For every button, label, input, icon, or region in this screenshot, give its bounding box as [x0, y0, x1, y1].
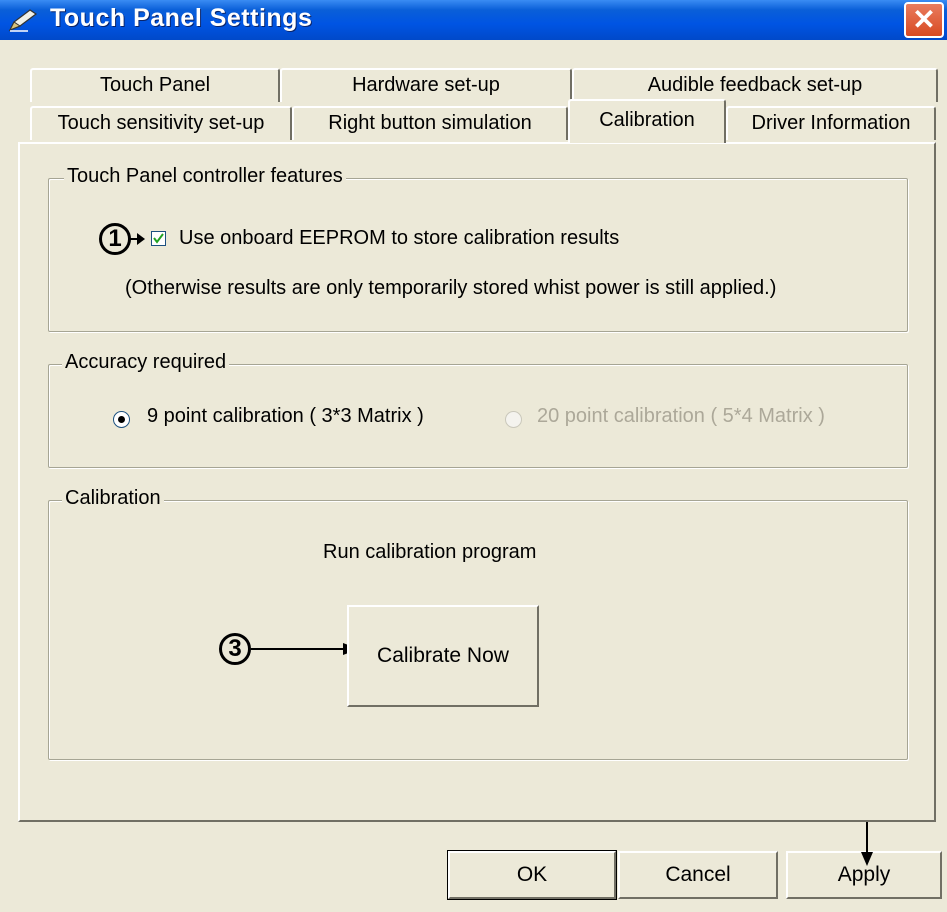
touch-panel-settings-dialog: Touch Panel Settings ✕ Touch Panel Hardw… [0, 0, 947, 912]
controller-features-group: Touch Panel controller features 1 Use on… [48, 165, 908, 332]
tab-label: Driver Information [751, 112, 911, 134]
tab-label: Calibration [599, 109, 695, 131]
callout-arrow [129, 233, 145, 245]
title-bar[interactable]: Touch Panel Settings ✕ [0, 0, 947, 40]
tab-driver-information[interactable]: Driver Information [726, 106, 936, 140]
cancel-button[interactable]: Cancel [618, 851, 778, 899]
tab-touch-panel[interactable]: Touch Panel [30, 68, 280, 102]
tab-label: Audible feedback set-up [647, 74, 863, 96]
pen-icon [8, 9, 38, 32]
tab-right-button-simulation[interactable]: Right button simulation [292, 106, 568, 140]
dialog-bottom-edge [0, 900, 947, 912]
calibration-tab-panel: Touch Panel controller features 1 Use on… [18, 142, 936, 822]
callout-arrow [251, 643, 359, 655]
group-legend: Accuracy required [62, 351, 230, 374]
tab-label: Touch Panel [99, 74, 211, 96]
ok-button[interactable]: OK [447, 850, 617, 900]
tab-label: Touch sensitivity set-up [57, 112, 265, 134]
radio-9-point[interactable] [113, 411, 130, 428]
eeprom-checkbox[interactable] [151, 231, 166, 246]
group-legend: Touch Panel controller features [64, 165, 346, 188]
tab-label: Hardware set-up [352, 74, 500, 96]
close-button[interactable]: ✕ [904, 2, 944, 38]
tab-label: Right button simulation [328, 112, 532, 134]
tab-audible-feedback-set-up[interactable]: Audible feedback set-up [572, 68, 938, 102]
calibrate-now-button[interactable]: Calibrate Now [347, 605, 539, 707]
tab-hardware-set-up[interactable]: Hardware set-up [280, 68, 572, 102]
close-icon: ✕ [912, 4, 936, 35]
group-legend: Calibration [62, 487, 164, 510]
radio-20-point-label: 20 point calibration ( 5*4 Matrix ) [537, 405, 825, 427]
radio-20-point [505, 411, 522, 428]
calibration-group: Calibration Run calibration program 3 Ca… [48, 487, 908, 760]
radio-dot [118, 416, 125, 423]
eeprom-checkbox-label[interactable]: Use onboard EEPROM to store calibration … [179, 227, 619, 250]
tab-touch-sensitivity-set-up[interactable]: Touch sensitivity set-up [30, 106, 292, 140]
window-title: Touch Panel Settings [50, 4, 313, 32]
radio-9-point-label[interactable]: 9 point calibration ( 3*3 Matrix ) [147, 405, 424, 428]
tab-calibration[interactable]: Calibration [568, 99, 726, 143]
callout-3: 3 [219, 633, 251, 665]
checkmark-icon [153, 233, 164, 244]
eeprom-note: (Otherwise results are only temporarily … [125, 277, 777, 299]
callout-1: 1 [99, 223, 131, 255]
calibration-caption: Run calibration program [323, 541, 537, 563]
accuracy-group: Accuracy required 9 point calibration ( … [48, 351, 908, 468]
